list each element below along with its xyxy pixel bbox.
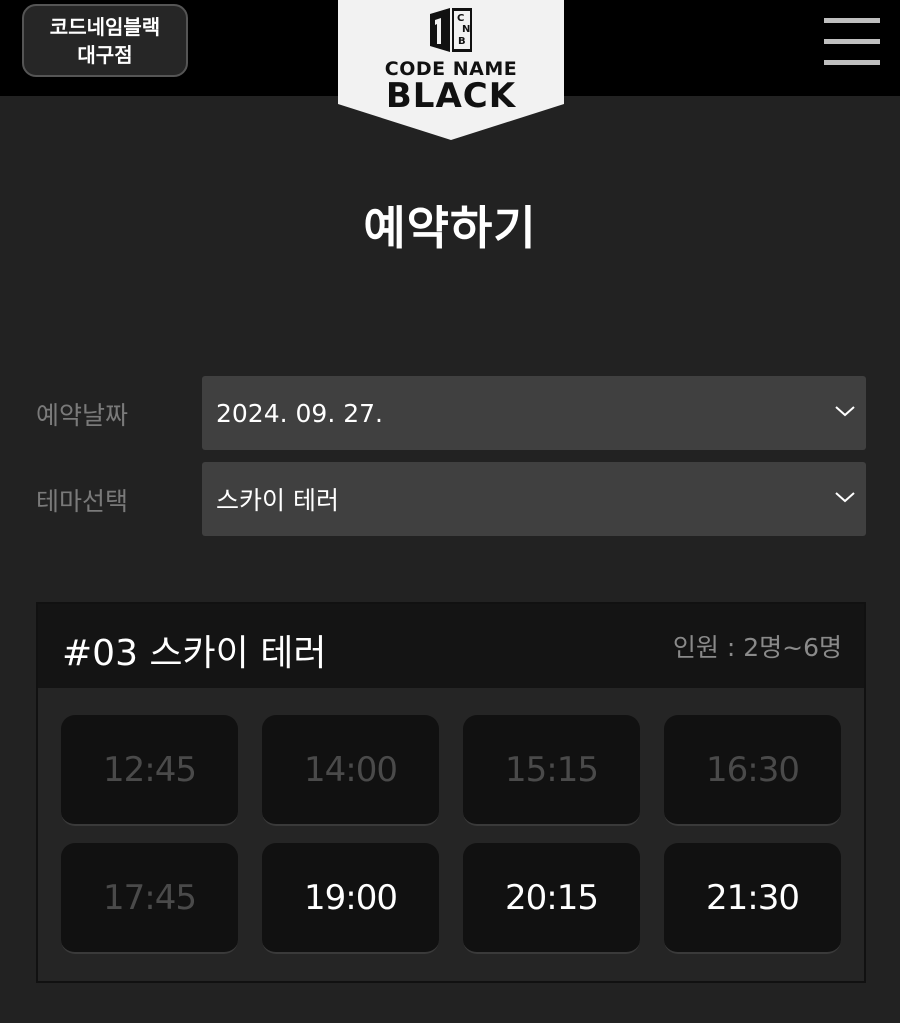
code-name-black-logo-icon: C N B: [430, 8, 472, 52]
theme-capacity: 인원 : 2명~6명: [672, 633, 842, 662]
time-slot-available[interactable]: 21:30: [664, 843, 841, 954]
time-slot-available[interactable]: 20:15: [463, 843, 640, 954]
time-slot: 12:45: [61, 715, 238, 826]
theme-panel: #03 스카이 테러 인원 : 2명~6명 12:45 14:00 15:15 …: [36, 602, 866, 983]
date-select[interactable]: 2024. 09. 27.: [202, 376, 866, 450]
date-label: 예약날짜: [36, 401, 129, 430]
logo-text-black: BLACK: [385, 76, 517, 116]
theme-value: 스카이 테러: [216, 486, 339, 515]
time-slot: 16:30: [664, 715, 841, 826]
time-slot: 17:45: [61, 843, 238, 954]
time-slot-available[interactable]: 19:00: [262, 843, 439, 954]
time-slot: 14:00: [262, 715, 439, 826]
theme-title: #03 스카이 테러: [62, 633, 327, 674]
theme-header: #03 스카이 테러 인원 : 2명~6명: [38, 604, 864, 688]
logo-mark-n: N: [462, 24, 470, 35]
top-bar: 코드네임블랙 대구점 C N B CODE NAME BLACK: [0, 0, 900, 140]
date-value: 2024. 09. 27.: [216, 398, 383, 428]
time-slot: 15:15: [463, 715, 640, 826]
chevron-down-icon: [835, 406, 855, 417]
page-title: 예약하기: [363, 201, 537, 255]
chevron-down-icon: [835, 492, 855, 503]
branch-button[interactable]: 코드네임블랙 대구점: [22, 4, 188, 77]
branch-location: 대구점: [77, 42, 133, 67]
menu-bar-middle: [824, 39, 880, 44]
menu-bar-top: [824, 18, 880, 23]
hamburger-menu-icon[interactable]: [824, 18, 880, 66]
logo-mark-b: B: [458, 36, 466, 47]
theme-label: 테마선택: [36, 487, 129, 516]
logo[interactable]: C N B CODE NAME BLACK: [338, 0, 564, 140]
theme-select[interactable]: 스카이 테러: [202, 462, 866, 536]
logo-mark-c: C: [457, 13, 464, 24]
branch-name: 코드네임블랙: [49, 14, 161, 39]
menu-bar-bottom: [824, 60, 880, 65]
